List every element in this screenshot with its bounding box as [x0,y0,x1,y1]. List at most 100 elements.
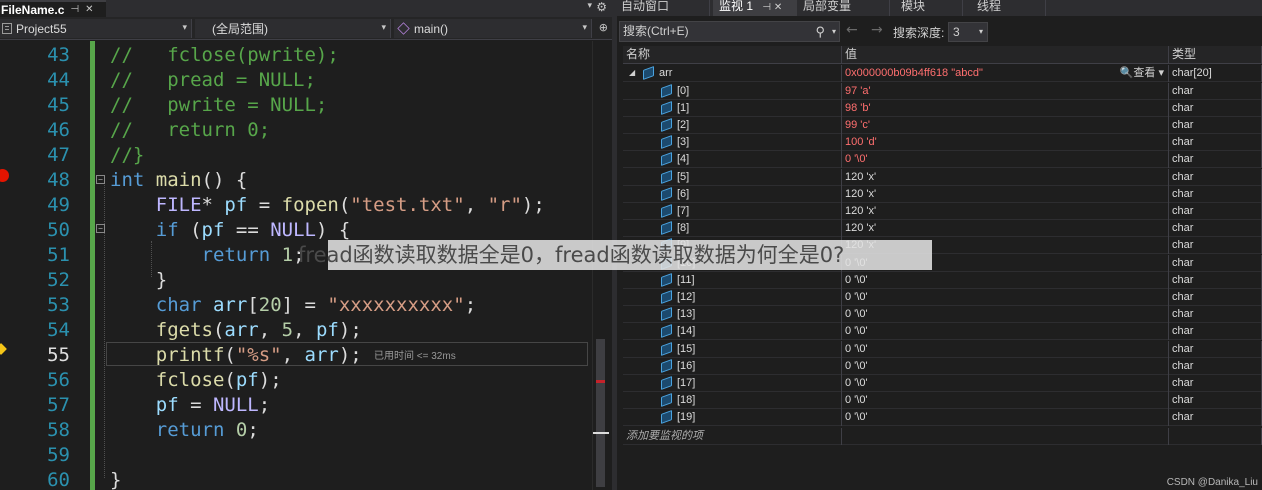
code-line[interactable]: 52 } [0,268,595,293]
watch-row-element[interactable]: [14] 0 '\0' char [623,323,1262,341]
tab-locals[interactable]: 局部变量 [803,0,851,16]
watch-name-cell[interactable]: [17] [623,374,842,392]
search-forward-arrow-icon[interactable]: → [871,22,883,38]
watch-value[interactable]: 0 '\0' [842,323,1169,341]
scope-dropdown[interactable]: (全局范围) ▾ [195,19,391,38]
watch-row-element[interactable]: [1] 98 'b' char [623,99,1262,117]
close-tab-icon[interactable]: ✕ [85,4,93,15]
search-depth-select[interactable]: 3 ▾ [948,22,988,42]
pin-close-icons[interactable]: ⊣ ✕ [762,2,782,13]
watch-row-element[interactable]: [7] 120 'x' char [623,202,1262,220]
watch-value[interactable]: 120 'x' [842,185,1169,203]
watch-value[interactable]: 0 '\0' [842,271,1169,289]
column-header-name[interactable]: 名称 [623,46,842,64]
watch-value[interactable]: 0 '\0' [842,288,1169,306]
watch-name-cell[interactable]: [15] [623,340,842,358]
watch-value[interactable]: 0 '\0' [842,357,1169,375]
watch-row-element[interactable]: [11] 0 '\0' char [623,271,1262,289]
watch-value[interactable]: 0 '\0' [842,151,1169,169]
code-line[interactable]: 47 //} [0,143,595,168]
tab-autos[interactable]: 自动窗口 [621,0,669,16]
code-line[interactable]: 48 int main() { [0,168,595,193]
visualizer-view-button[interactable]: 🔍查看 ▾ [1120,65,1164,81]
watch-row-element[interactable]: [5] 120 'x' char [623,168,1262,186]
code-line[interactable]: 53 char arr[20] = "xxxxxxxxxx"; [0,293,595,318]
column-header-value[interactable]: 值 [842,46,1169,64]
watch-row-element[interactable]: [3] 100 'd' char [623,134,1262,152]
watch-name-cell[interactable]: [6] [623,185,842,203]
watch-name-cell[interactable]: [19] [623,409,842,427]
scrollbar-thumb[interactable] [596,339,605,487]
watch-row-element[interactable]: [17] 0 '\0' char [623,374,1262,392]
watch-name-cell[interactable]: ◢ arr [623,65,842,82]
split-window-icon[interactable]: ⊕ [599,21,608,34]
code-line[interactable]: 60} [0,468,595,490]
code-line[interactable]: 46 // return 0; [0,118,595,143]
watch-name-cell[interactable]: [5] [623,168,842,186]
code-line[interactable]: 58 return 0; [0,418,595,443]
watch-value[interactable]: 97 'a' [842,82,1169,100]
member-dropdown[interactable]: main() ▾ [394,19,592,38]
watch-row-element[interactable]: [16] 0 '\0' char [623,357,1262,375]
code-line[interactable]: 45 // pwrite = NULL; [0,93,595,118]
code-line[interactable]: 57 pf = NULL; [0,393,595,418]
watch-value-cell[interactable]: 0x000000b09b4ff618 "abcd" 🔍查看 ▾ [842,65,1169,82]
watch-value[interactable]: 120 'x' [842,220,1169,238]
watch-row-element[interactable]: [0] 97 'a' char [623,82,1262,100]
tab-modules[interactable]: 模块 [901,0,925,16]
tab-watch-1[interactable]: 监视 1 ⊣ ✕ [713,0,797,16]
code-line[interactable]: 55 printf("%s", arr); [0,343,595,368]
watch-name-cell[interactable]: [1] [623,99,842,117]
watch-row-element[interactable]: [12] 0 '\0' char [623,288,1262,306]
code-line[interactable]: 56 fclose(pf); [0,368,595,393]
watch-name-cell[interactable]: [4] [623,151,842,169]
expand-collapse-icon[interactable]: ◢ [629,65,635,81]
perf-tip-elapsed-time[interactable]: 已用时间 <= 32ms [374,347,456,362]
code-line[interactable]: 59 [0,443,595,468]
tab-threads[interactable]: 线程 [977,0,1001,16]
watch-name-cell[interactable]: [18] [623,392,842,410]
add-watch-row[interactable]: 添加要监视的项 [623,428,1262,445]
code-line[interactable]: 44 // pread = NULL; [0,68,595,93]
code-line[interactable]: 43 // fclose(pwrite); [0,43,595,68]
watch-name-cell[interactable]: [12] [623,288,842,306]
search-back-arrow-icon[interactable]: ← [846,22,858,38]
watch-value[interactable]: 100 'd' [842,134,1169,152]
code-line[interactable]: 49 FILE* pf = fopen("test.txt", "r"); [0,193,595,218]
watch-name-cell[interactable]: [14] [623,323,842,341]
watch-row-element[interactable]: [13] 0 '\0' char [623,306,1262,324]
search-icon[interactable]: ⚲ [815,22,825,41]
column-header-type[interactable]: 类型 [1169,46,1262,64]
pin-tab-icon[interactable]: ⊣ [70,4,79,15]
watch-row-element[interactable]: [15] 0 '\0' char [623,340,1262,358]
watch-value[interactable]: 120 'x' [842,168,1169,186]
watch-name-cell[interactable]: [13] [623,306,842,324]
watch-row-element[interactable]: [4] 0 '\0' char [623,151,1262,169]
watch-name-cell[interactable]: [3] [623,134,842,152]
watch-row-element[interactable]: [19] 0 '\0' char [623,409,1262,427]
watch-value[interactable]: 120 'x' [842,202,1169,220]
tab-list-dropdown-icon[interactable]: ▾ [587,1,592,11]
watch-row-element[interactable]: [2] 99 'c' char [623,116,1262,134]
add-watch-input[interactable]: 添加要监视的项 [623,428,842,445]
watch-row-element[interactable]: [8] 120 'x' char [623,220,1262,238]
watch-name-cell[interactable]: [7] [623,202,842,220]
project-dropdown[interactable]: Project55 ▾ [0,19,192,38]
watch-name-cell[interactable]: [11] [623,271,842,289]
watch-name-cell[interactable]: [16] [623,357,842,375]
watch-value[interactable]: 0 '\0' [842,340,1169,358]
watch-value[interactable]: 99 'c' [842,116,1169,134]
watch-row-element[interactable]: [6] 120 'x' char [623,185,1262,203]
watch-search-input[interactable]: 搜索(Ctrl+E) ⚲ ▾ [619,21,840,42]
watch-value[interactable]: 0 '\0' [842,306,1169,324]
settings-gear-icon[interactable]: ⚙ [596,0,607,14]
chevron-down-icon[interactable]: ▾ [832,22,836,41]
watch-name-cell[interactable]: [2] [623,116,842,134]
watch-row-element[interactable]: [18] 0 '\0' char [623,392,1262,410]
watch-value[interactable]: 0 '\0' [842,392,1169,410]
code-line[interactable]: 54 fgets(arr, 5, pf); [0,318,595,343]
watch-name-cell[interactable]: [0] [623,82,842,100]
document-tab-filename[interactable]: FileName.c ⊣ ✕ [0,0,106,17]
watch-value[interactable]: 0 '\0' [842,409,1169,427]
watch-value[interactable]: 98 'b' [842,99,1169,117]
